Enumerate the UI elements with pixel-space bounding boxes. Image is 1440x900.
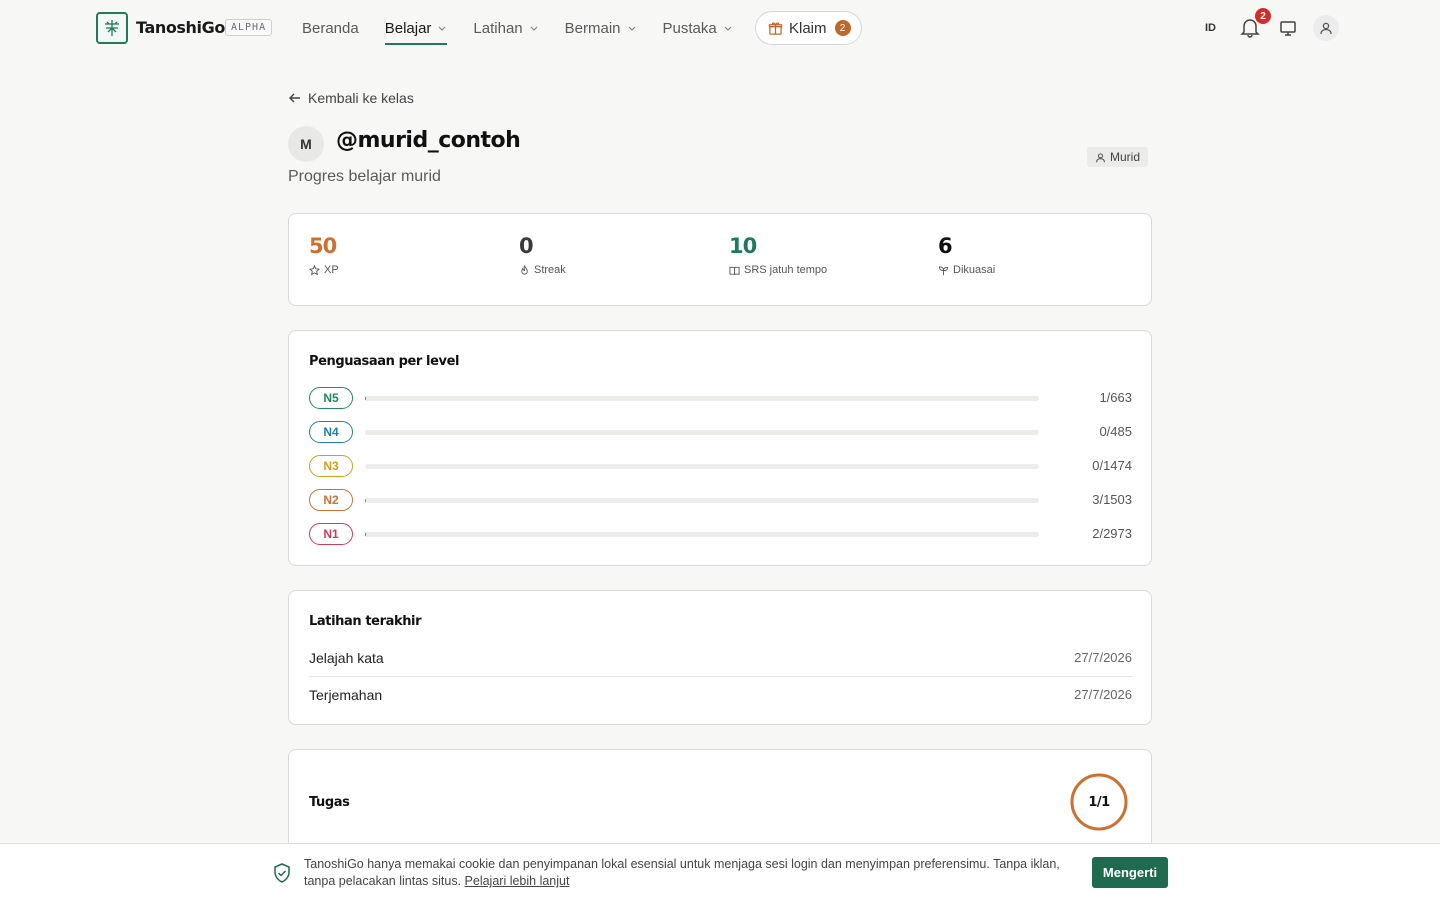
language-switcher[interactable]: ID bbox=[1205, 22, 1216, 34]
kanji-logo-icon[interactable] bbox=[96, 12, 128, 44]
recent-practice-card: Latihan terakhir Jelajah kata 27/7/2026 … bbox=[288, 590, 1152, 725]
level-tag: N2 bbox=[309, 489, 353, 511]
practice-date: 27/7/2026 bbox=[1074, 687, 1132, 702]
role-label: Murid bbox=[1110, 150, 1141, 164]
claim-button[interactable]: Klaim 2 bbox=[755, 11, 862, 45]
stat-label: Dikuasai bbox=[953, 264, 996, 276]
level-count: 1/663 bbox=[1099, 390, 1132, 405]
nav-item-label: Beranda bbox=[302, 19, 359, 37]
sprout-icon bbox=[938, 265, 949, 275]
practice-name: Terjemahan bbox=[309, 686, 383, 703]
level-progress-fill bbox=[365, 396, 367, 401]
stat-label-row: Streak bbox=[519, 264, 566, 276]
cookie-banner: TanoshiGo hanya memakai cookie dan penyi… bbox=[0, 843, 1440, 900]
claim-count-badge: 2 bbox=[834, 20, 851, 36]
stat-value: 6 bbox=[938, 234, 953, 258]
stat-mastered: 6 Dikuasai bbox=[938, 234, 995, 276]
level-row: N4 0/485 bbox=[309, 421, 1132, 443]
level-progress-bar bbox=[365, 464, 1039, 469]
chevron-down-icon bbox=[438, 26, 446, 31]
cookie-message: TanoshiGo hanya memakai cookie dan penyi… bbox=[304, 857, 1060, 888]
stat-value: 10 bbox=[729, 234, 757, 258]
role-badge: Murid bbox=[1087, 147, 1149, 167]
gift-icon bbox=[768, 21, 783, 35]
stat-label: SRS jatuh tempo bbox=[744, 264, 828, 276]
level-count: 0/1474 bbox=[1092, 458, 1132, 473]
notification-count-badge: 2 bbox=[1255, 8, 1271, 24]
arrow-left-icon bbox=[289, 93, 300, 103]
page-subtitle: Progres belajar murid bbox=[288, 168, 441, 185]
tasks-title: Tugas bbox=[309, 795, 350, 810]
level-tag: N1 bbox=[309, 523, 353, 545]
flame-icon bbox=[521, 264, 528, 275]
nav-item-latihan[interactable]: Latihan bbox=[473, 0, 538, 56]
mastery-card: Penguasaan per level N5 1/663 N4 0/485 N3 0/1… bbox=[288, 330, 1152, 566]
accept-cookies-button[interactable]: Mengerti bbox=[1092, 857, 1168, 888]
list-item[interactable]: Terjemahan 27/7/2026 bbox=[309, 676, 1132, 713]
book-icon bbox=[729, 266, 740, 275]
stat-label: Streak bbox=[534, 264, 566, 276]
level-row: N5 1/663 bbox=[309, 387, 1132, 409]
mastery-title: Penguasaan per level bbox=[309, 354, 460, 369]
level-tag: N3 bbox=[309, 455, 353, 477]
level-tag: N4 bbox=[309, 421, 353, 443]
main-nav: Beranda Belajar Latihan Bermain Pustaka bbox=[302, 0, 759, 56]
nav-item-bermain[interactable]: Bermain bbox=[565, 0, 637, 56]
stat-srs-due: 10 SRS jatuh tempo bbox=[729, 234, 827, 276]
user-menu-button[interactable] bbox=[1313, 15, 1339, 41]
nav-item-label: Pustaka bbox=[662, 19, 717, 37]
star-icon bbox=[309, 264, 320, 275]
level-progress-bar bbox=[365, 396, 1039, 401]
stat-label-row: XP bbox=[309, 264, 339, 276]
nav-item-pustaka[interactable]: Pustaka bbox=[663, 0, 733, 56]
stat-label-row: SRS jatuh tempo bbox=[729, 264, 827, 276]
cookie-text: TanoshiGo hanya memakai cookie dan penyi… bbox=[304, 856, 1084, 890]
stat-label: XP bbox=[324, 264, 339, 276]
top-navigation-bar: TanoshiGo ALPHA Beranda Belajar Latihan … bbox=[0, 0, 1440, 56]
level-tag: N5 bbox=[309, 387, 353, 409]
back-label: Kembali ke kelas bbox=[308, 90, 414, 106]
nav-item-label: Latihan bbox=[473, 19, 523, 37]
level-count: 0/485 bbox=[1099, 424, 1132, 439]
shield-check-icon bbox=[274, 863, 290, 883]
brand-name[interactable]: TanoshiGo bbox=[136, 18, 225, 37]
recent-practice-title: Latihan terakhir bbox=[309, 614, 422, 629]
level-row: N1 2/2973 bbox=[309, 523, 1132, 545]
stat-xp: 50 XP bbox=[309, 234, 339, 276]
chevron-down-icon bbox=[724, 26, 732, 31]
user-icon bbox=[1096, 152, 1105, 162]
stat-value: 0 bbox=[519, 234, 534, 258]
learn-more-link[interactable]: Pelajari lebih lanjut bbox=[465, 874, 570, 888]
level-count: 3/1503 bbox=[1092, 492, 1132, 507]
alpha-badge: ALPHA bbox=[225, 19, 273, 36]
page-title: @murid_contoh bbox=[336, 128, 521, 153]
chevron-down-icon bbox=[530, 26, 538, 31]
stats-card: 50 XP 0 Streak 10 SRS jatuh tempo 6 Diku… bbox=[288, 213, 1152, 306]
level-progress-fill bbox=[365, 498, 367, 503]
stat-streak: 0 Streak bbox=[519, 234, 566, 276]
level-progress-bar bbox=[365, 532, 1039, 537]
level-progress-bar bbox=[365, 430, 1039, 435]
nav-item-beranda[interactable]: Beranda bbox=[302, 0, 359, 56]
user-icon bbox=[1320, 22, 1332, 35]
practice-date: 27/7/2026 bbox=[1074, 650, 1132, 665]
chevron-down-icon bbox=[628, 26, 635, 31]
claim-label: Klaim bbox=[789, 19, 827, 37]
level-row: N2 3/1503 bbox=[309, 489, 1132, 511]
monitor-icon[interactable] bbox=[1278, 18, 1298, 38]
stat-label-row: Dikuasai bbox=[938, 264, 995, 276]
list-item[interactable]: Jelajah kata 27/7/2026 bbox=[309, 639, 1132, 676]
level-count: 2/2973 bbox=[1092, 526, 1132, 541]
nav-item-label: Bermain bbox=[564, 19, 621, 37]
level-progress-bar bbox=[365, 498, 1039, 503]
avatar: M bbox=[288, 126, 324, 162]
task-progress-label: 1/1 bbox=[1088, 794, 1110, 810]
nav-item-belajar[interactable]: Belajar bbox=[384, 0, 448, 56]
back-to-class-link[interactable]: Kembali ke kelas bbox=[288, 90, 414, 106]
practice-name: Jelajah kata bbox=[309, 649, 384, 666]
stat-value: 50 bbox=[309, 234, 337, 258]
nav-item-label: Belajar bbox=[384, 19, 432, 37]
level-row: N3 0/1474 bbox=[309, 455, 1132, 477]
